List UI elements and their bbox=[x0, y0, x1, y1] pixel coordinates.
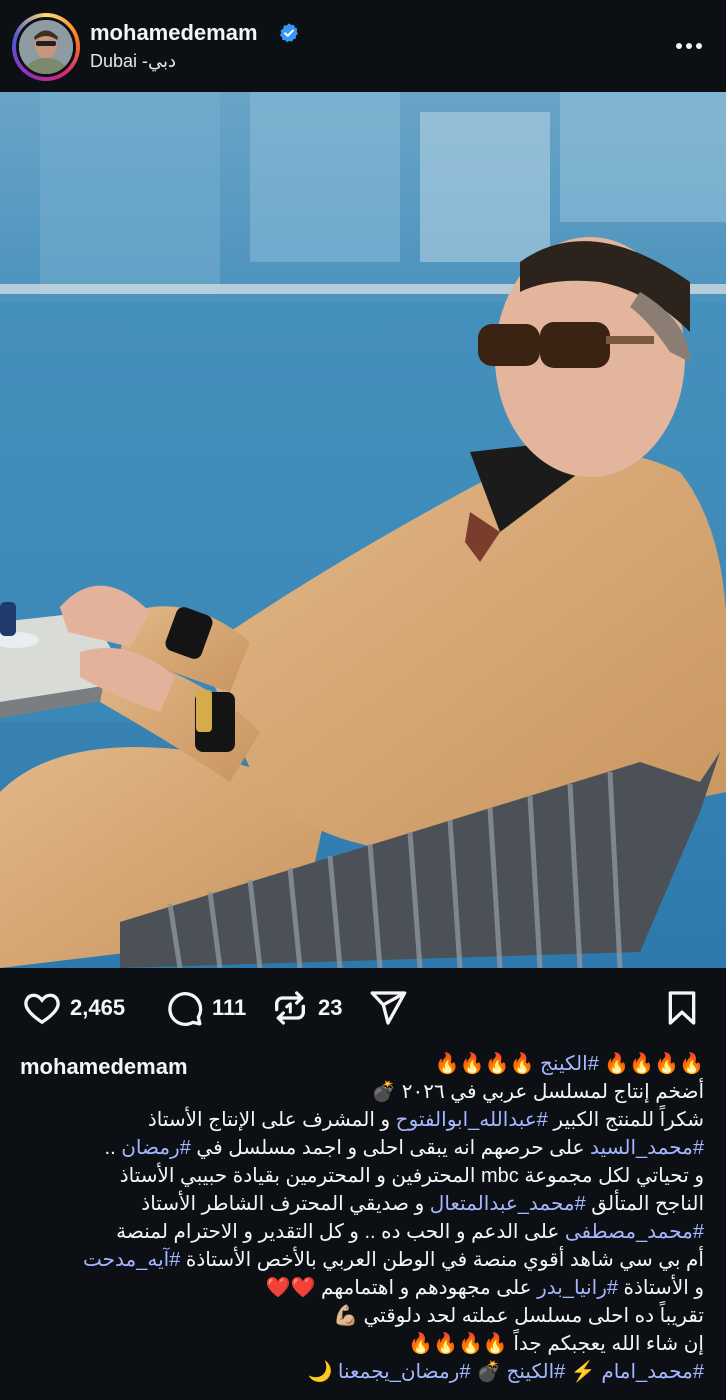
caption-text-segment: شكراً للمنتج الكبير bbox=[547, 1109, 704, 1131]
post-username[interactable]: mohamedemam bbox=[90, 20, 258, 46]
caption-text: 🔥🔥🔥🔥 #الكينج 🔥🔥🔥🔥 أضخم إنتاج لمسلسل عربي … bbox=[4, 1050, 704, 1386]
caption-text-segment: الناجح المتألق bbox=[585, 1193, 704, 1215]
caption-line: أم بي سي شاهد أقوي منصة في الوطن العربي … bbox=[4, 1246, 704, 1274]
avatar-story-ring[interactable] bbox=[12, 13, 80, 81]
share-button[interactable] bbox=[368, 988, 408, 1028]
comment-count[interactable]: 111 bbox=[212, 995, 246, 1021]
caption-text-segment: تقريباً ده احلى مسلسل عملته لحد دلوقتي 💪… bbox=[333, 1305, 704, 1327]
post-header: mohamedemam Dubai -دبي bbox=[0, 0, 726, 92]
hashtag-link[interactable]: #الكينج bbox=[540, 1053, 599, 1075]
caption-line: أضخم إنتاج لمسلسل عربي في ٢٠٢٦ 💣 bbox=[4, 1078, 704, 1106]
caption-text-segment: و صديقي المحترف الشاطر الأستاذ bbox=[141, 1193, 430, 1215]
hashtag-link[interactable]: #عبدالله_ابوالفتوح bbox=[396, 1109, 548, 1131]
verified-badge-icon bbox=[279, 23, 298, 43]
caption-text-segment: على حرصهم انه يبقى احلى و اجمد مسلسل في bbox=[190, 1137, 591, 1159]
caption-text-segment: ⚡️ bbox=[565, 1361, 602, 1383]
comment-bubble-icon[interactable] bbox=[164, 988, 204, 1028]
hashtag-link[interactable]: #محمد_عبدالمتعال bbox=[430, 1193, 586, 1215]
caption-text-segment: أم بي سي شاهد أقوي منصة في الوطن العربي … bbox=[180, 1249, 704, 1271]
post-action-bar: 2,465 111 23 bbox=[0, 968, 726, 1048]
send-icon[interactable] bbox=[368, 988, 408, 1028]
caption-line: الناجح المتألق #محمد_عبدالمتعال و صديقي … bbox=[4, 1190, 704, 1218]
caption-line: تقريباً ده احلى مسلسل عملته لحد دلوقتي 💪… bbox=[4, 1302, 704, 1330]
heart-icon[interactable] bbox=[22, 988, 62, 1028]
caption-line: شكراً للمنتج الكبير #عبدالله_ابوالفتوح و… bbox=[4, 1106, 704, 1134]
hashtag-link[interactable]: #محمد_امام bbox=[601, 1361, 704, 1383]
save-button[interactable] bbox=[662, 988, 702, 1028]
repost-count[interactable]: 23 bbox=[318, 995, 342, 1021]
more-options-icon[interactable] bbox=[674, 34, 704, 58]
hashtag-link[interactable]: #آيه_مدحت bbox=[83, 1249, 180, 1271]
hashtag-link[interactable]: #محمد_مصطفى bbox=[565, 1221, 704, 1243]
hashtag-link[interactable]: #الكينج bbox=[506, 1361, 565, 1383]
bookmark-icon[interactable] bbox=[662, 988, 702, 1028]
caption-line: إن شاء الله يعجبكم جداً 🔥🔥🔥🔥 bbox=[4, 1330, 704, 1358]
avatar[interactable] bbox=[16, 17, 76, 77]
hashtag-link[interactable]: #محمد_السيد bbox=[590, 1137, 704, 1159]
hashtag-link[interactable]: #رانيا_بدر bbox=[537, 1277, 618, 1299]
caption-line: #محمد_السيد على حرصهم انه يبقى احلى و اج… bbox=[4, 1134, 704, 1162]
caption-text-segment: 🌙 bbox=[307, 1361, 338, 1383]
post-caption: mohamedemam 🔥🔥🔥🔥 #الكينج 🔥🔥🔥🔥 أضخم إنتاج … bbox=[0, 1048, 726, 1400]
caption-line: و تحياتي لكل مجموعة mbc المحترفين و المح… bbox=[4, 1162, 704, 1190]
caption-text-segment: .. bbox=[104, 1137, 122, 1159]
photo-illustration bbox=[0, 92, 726, 968]
like-count[interactable]: 2,465 bbox=[70, 995, 125, 1021]
caption-text-segment: 🔥🔥🔥🔥 bbox=[434, 1053, 541, 1075]
caption-text-segment: و الأستاذة bbox=[617, 1277, 704, 1299]
caption-text-segment: 💣 bbox=[470, 1361, 507, 1383]
post-photo[interactable] bbox=[0, 92, 726, 968]
like-button[interactable]: 2,465 bbox=[22, 988, 125, 1028]
post-location[interactable]: Dubai -دبي bbox=[90, 51, 176, 72]
caption-line: #محمد_امام ⚡️ #الكينج 💣 #رمضان_يجمعنا 🌙 bbox=[4, 1358, 704, 1386]
hashtag-link[interactable]: #رمضان bbox=[121, 1137, 191, 1159]
caption-line: 🔥🔥🔥🔥 #الكينج 🔥🔥🔥🔥 bbox=[4, 1050, 704, 1078]
hashtag-link[interactable]: #رمضان_يجمعنا bbox=[338, 1361, 471, 1383]
caption-text-segment: إن شاء الله يعجبكم جداً 🔥🔥🔥🔥 bbox=[408, 1333, 704, 1355]
caption-line: #محمد_مصطفى على الدعم و الحب ده .. و كل … bbox=[4, 1218, 704, 1246]
caption-text-segment: على مجهودهم و اهتمامهم ❤️❤️ bbox=[265, 1277, 538, 1299]
repost-icon[interactable] bbox=[270, 988, 310, 1028]
comment-button[interactable]: 111 bbox=[164, 988, 246, 1028]
caption-text-segment: أضخم إنتاج لمسلسل عربي في ٢٠٢٦ 💣 bbox=[371, 1081, 704, 1103]
caption-text-segment: و المشرف على الإنتاج الأستاذ bbox=[147, 1109, 396, 1131]
caption-line: و الأستاذة #رانيا_بدر على مجهودهم و اهتم… bbox=[4, 1274, 704, 1302]
caption-text-segment: و تحياتي لكل مجموعة mbc المحترفين و المح… bbox=[119, 1165, 704, 1187]
caption-text-segment: 🔥🔥🔥🔥 bbox=[598, 1053, 704, 1075]
repost-button[interactable]: 23 bbox=[270, 988, 342, 1028]
caption-text-segment: على الدعم و الحب ده .. و كل التقدير و ال… bbox=[116, 1221, 565, 1243]
